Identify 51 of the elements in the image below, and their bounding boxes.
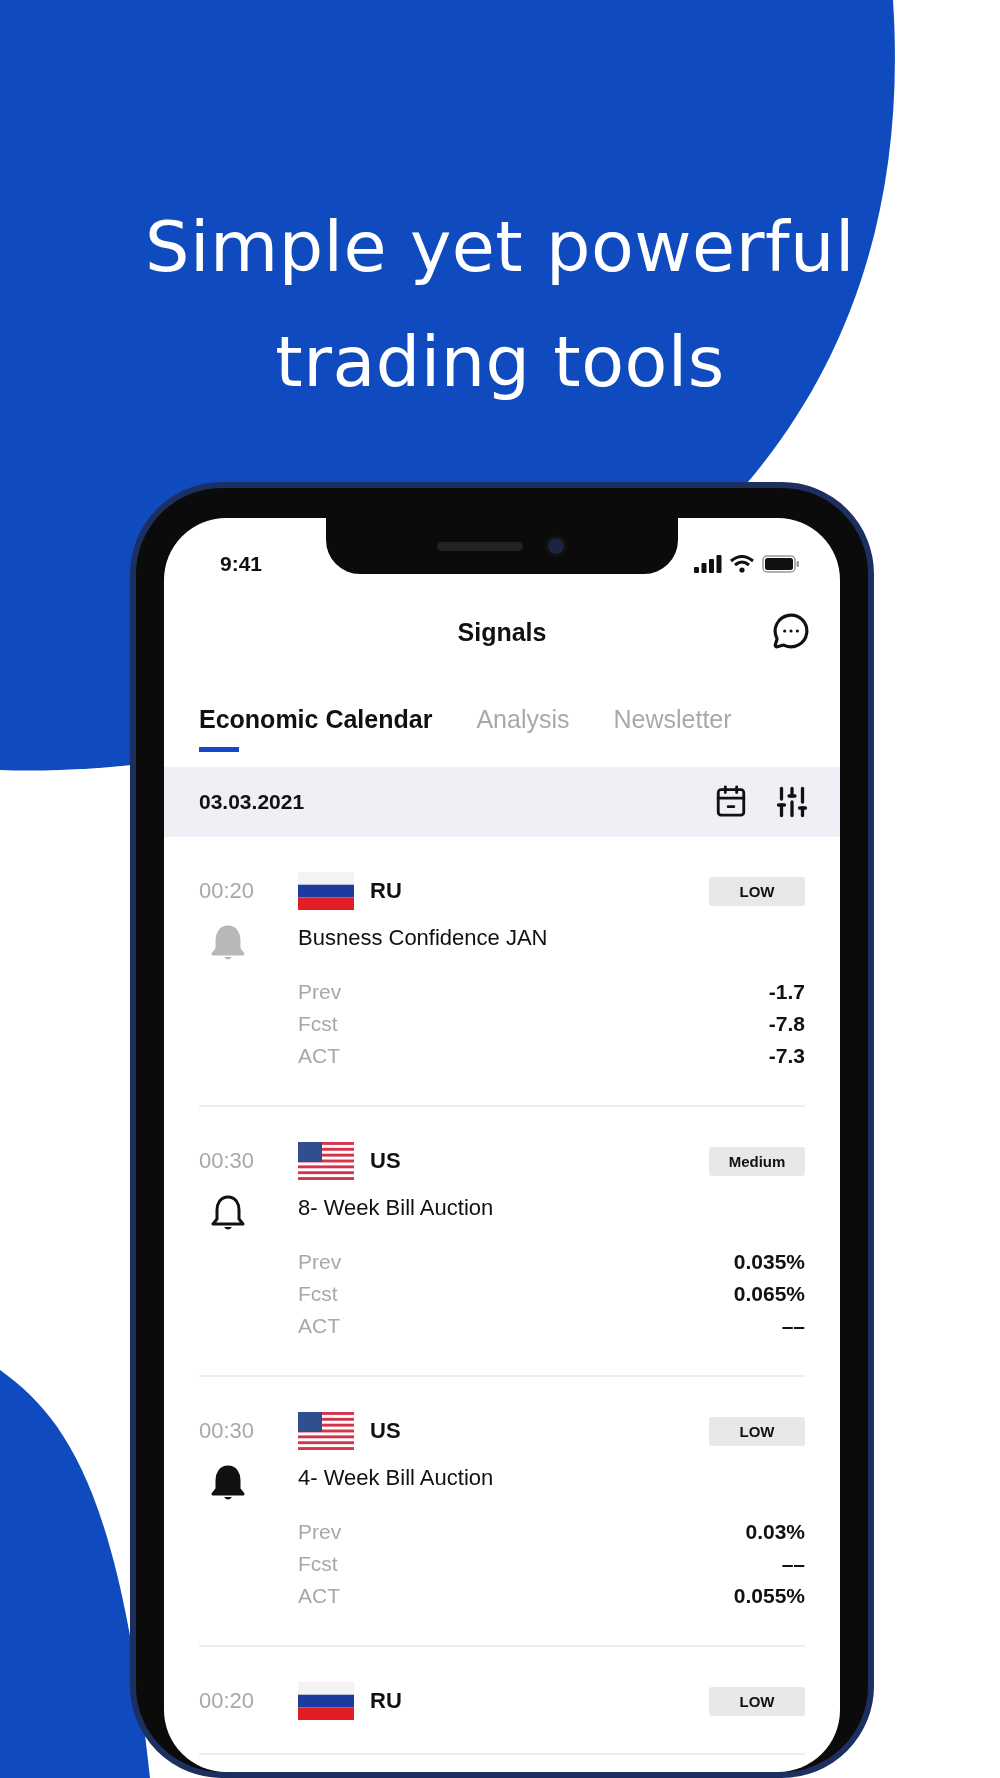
speaker-icon <box>437 541 523 551</box>
bell-icon[interactable] <box>211 1464 245 1502</box>
importance-badge: LOW <box>709 1686 805 1716</box>
event-time: 00:20 <box>199 878 256 904</box>
headline: Simple yet powerful <box>145 205 855 290</box>
country-code: RU <box>370 878 402 904</box>
chat-icon[interactable] <box>772 612 810 650</box>
sliders-icon[interactable] <box>774 784 810 820</box>
bell-icon[interactable] <box>211 1194 245 1232</box>
stat-value: –– <box>781 1552 805 1576</box>
event-time: 00:30 <box>199 1148 256 1174</box>
tab[interactable]: Economic Calendar <box>199 702 433 752</box>
camera-icon <box>545 535 567 557</box>
stat-value: 0.03% <box>745 1520 805 1544</box>
stat-label: ACT <box>298 1314 340 1338</box>
country-code: US <box>370 1148 401 1174</box>
stat-value: 0.035% <box>733 1250 805 1274</box>
stat-value: 0.065% <box>733 1282 805 1306</box>
stat-value: 0.055% <box>733 1584 805 1608</box>
importance-badge: LOW <box>709 1416 805 1446</box>
event-time: 00:30 <box>199 1418 256 1444</box>
stat-value: –– <box>781 1314 805 1338</box>
tab[interactable]: Newsletter <box>613 702 732 752</box>
calendar-icon[interactable] <box>714 784 748 820</box>
tab[interactable]: Analysis <box>476 702 570 752</box>
headline: trading tools <box>275 320 725 405</box>
signal-icon <box>694 555 722 573</box>
country-code: US <box>370 1418 401 1444</box>
stat-value: -7.8 <box>768 1012 805 1036</box>
event-title: 8- Week Bill Auction <box>298 1194 495 1222</box>
stat-label: Prev <box>298 1250 342 1274</box>
wifi-icon <box>730 555 754 573</box>
event-title: Busness Confidence JAN <box>298 924 549 952</box>
stat-label: Fcst <box>298 1282 338 1306</box>
stat-label: ACT <box>298 1044 340 1068</box>
stat-label: Fcst <box>298 1012 338 1036</box>
importance-badge: Medium <box>709 1146 805 1176</box>
stat-label: ACT <box>298 1584 340 1608</box>
country-code: RU <box>370 1688 402 1714</box>
stat-value: -1.7 <box>768 980 805 1004</box>
screen-title: Signals <box>457 617 547 647</box>
battery-icon <box>762 555 800 573</box>
event-title: 4- Week Bill Auction <box>298 1464 495 1492</box>
stat-label: Fcst <box>298 1552 338 1576</box>
stat-value: -7.3 <box>768 1044 805 1068</box>
date-text: 03.03.2021 <box>199 790 305 814</box>
event-time: 00:20 <box>199 1688 256 1714</box>
stat-label: Prev <box>298 1520 342 1544</box>
importance-badge: LOW <box>709 876 805 906</box>
status-time: 9:41 <box>220 552 263 576</box>
stat-label: Prev <box>298 980 342 1004</box>
